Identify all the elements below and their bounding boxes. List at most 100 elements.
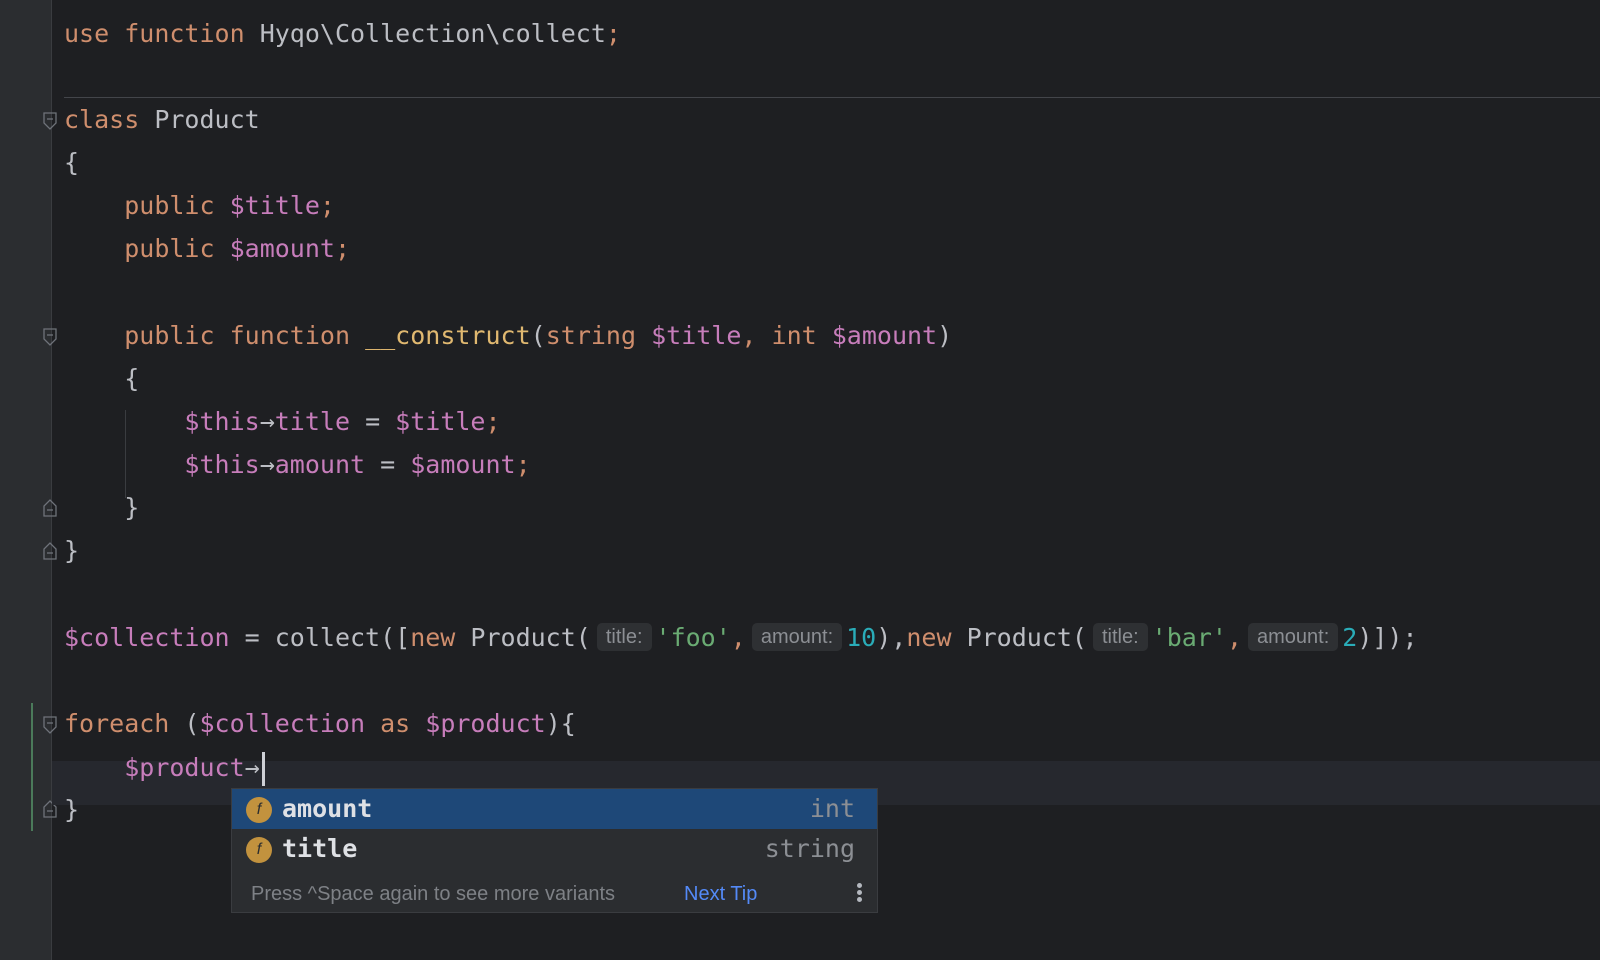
punctuation: ( (169, 709, 200, 738)
code-editor[interactable]: use function Hyqo\Collection\collect; cl… (0, 0, 1600, 960)
variable: $title (651, 321, 742, 350)
variable: $product (124, 753, 245, 782)
param-hint-title: title: (1092, 623, 1148, 651)
namespace-path: Hyqo\Collection\collect (259, 19, 606, 48)
code-line-assign-amount[interactable]: $this→amount = $amount; (64, 450, 531, 480)
class-name: Product (154, 105, 260, 134)
more-options-icon[interactable] (857, 881, 863, 904)
param-hint-title: title: (596, 623, 652, 651)
variable: $title (395, 407, 486, 436)
class-name: Product (966, 623, 1072, 652)
operator: = (229, 623, 275, 652)
punctuation: ( (1071, 623, 1087, 652)
code-line-brace[interactable]: { (64, 148, 79, 178)
brace: { (124, 364, 140, 393)
fold-open-icon[interactable] (43, 716, 57, 734)
fold-open-icon[interactable] (43, 328, 57, 346)
keyword: public (124, 234, 215, 263)
operator: = (350, 407, 396, 436)
string-literal: 'foo' (655, 623, 731, 652)
next-tip-link[interactable]: Next Tip (684, 883, 757, 906)
keyword: foreach (64, 709, 170, 738)
function-call: collect (274, 623, 381, 652)
punctuation: ; (605, 19, 621, 48)
completion-item-type: string (764, 834, 855, 863)
punctuation: ; (319, 191, 335, 220)
code-line-constructor[interactable]: public function __construct(string $titl… (64, 321, 952, 351)
keyword: public (124, 191, 215, 220)
variable: $amount (410, 450, 516, 479)
fold-close-icon[interactable] (43, 542, 57, 560)
punctuation: ; (485, 407, 501, 436)
code-line-product[interactable]: $product→ (64, 752, 265, 786)
punctuation: , (1226, 623, 1242, 652)
arrow-operator: → (259, 450, 275, 479)
keyword: new (410, 623, 456, 652)
code-line-assign-title[interactable]: $this→title = $title; (64, 407, 501, 437)
variable: $amount (229, 234, 335, 263)
code-line-collection[interactable]: $collection = collect([new Product(title… (64, 623, 1418, 653)
text-caret (261, 752, 265, 786)
punctuation: ), (876, 623, 907, 652)
punctuation: ; (334, 234, 351, 263)
variable: $this (184, 407, 260, 436)
completion-item-name: title (282, 834, 358, 863)
completion-item-amount[interactable]: f amount int (232, 789, 877, 829)
code-line-class-close[interactable]: } (64, 536, 79, 566)
code-line-prop-title[interactable]: public $title; (64, 191, 335, 221)
code-line-use[interactable]: use function Hyqo\Collection\collect; (64, 19, 621, 49)
punctuation: , (730, 623, 746, 652)
code-line-ctor-close[interactable]: } (64, 493, 139, 523)
punctuation: ; (515, 450, 531, 479)
code-line-foreach-close[interactable]: } (64, 795, 79, 825)
operator: = (365, 450, 411, 479)
brace: } (124, 493, 140, 522)
type-hint: int (771, 321, 817, 350)
code-line-class[interactable]: class Product (64, 105, 260, 135)
punctuation: , (741, 321, 757, 350)
fold-open-icon[interactable] (43, 112, 57, 130)
vcs-change-marker[interactable] (31, 703, 33, 831)
property: title (274, 407, 351, 436)
property: amount (274, 450, 366, 479)
completion-item-title[interactable]: f title string (232, 829, 877, 869)
brace: } (64, 795, 80, 824)
completion-popup[interactable]: f amount int f title string Press ^Space… (231, 788, 878, 913)
variable: $this (184, 450, 260, 479)
arrow-operator: → (244, 753, 260, 782)
variable: $collection (199, 709, 366, 738)
punctuation: ([ (380, 623, 411, 652)
brace: { (64, 148, 80, 177)
punctuation: ( (575, 623, 591, 652)
code-line-ctor-brace[interactable]: { (64, 364, 139, 394)
class-name: Product (470, 623, 576, 652)
keyword: use (64, 19, 110, 48)
completion-item-name: amount (282, 794, 373, 823)
completion-item-type: int (809, 794, 855, 823)
param-hint-amount: amount: (1248, 623, 1339, 651)
completion-hint-text: Press ^Space again to see more variants (251, 883, 616, 905)
function-name: __construct (365, 321, 531, 350)
code-line-prop-amount[interactable]: public $amount; (64, 234, 350, 264)
punctuation: )]); (1357, 623, 1418, 652)
variable: $collection (64, 623, 230, 652)
keyword: public (124, 321, 215, 350)
field-icon: f (246, 837, 272, 863)
completion-footer: Press ^Space again to see more variants … (232, 875, 877, 913)
keyword: new (906, 623, 952, 652)
punctuation: ( (530, 321, 546, 350)
punctuation: ){ (545, 709, 576, 738)
code-line-foreach[interactable]: foreach ($collection as $product){ (64, 709, 576, 739)
number-literal: 10 (846, 623, 877, 652)
fold-close-icon[interactable] (43, 499, 57, 517)
keyword: as (365, 709, 426, 738)
number-literal: 2 (1342, 623, 1358, 652)
string-literal: 'bar' (1151, 623, 1227, 652)
keyword: function (124, 19, 245, 48)
keyword: class (64, 105, 140, 134)
type-hint: string (545, 321, 637, 350)
brace: } (64, 536, 80, 565)
keyword: function (229, 321, 351, 350)
param-hint-amount: amount: (751, 623, 843, 651)
variable: $product (425, 709, 546, 738)
